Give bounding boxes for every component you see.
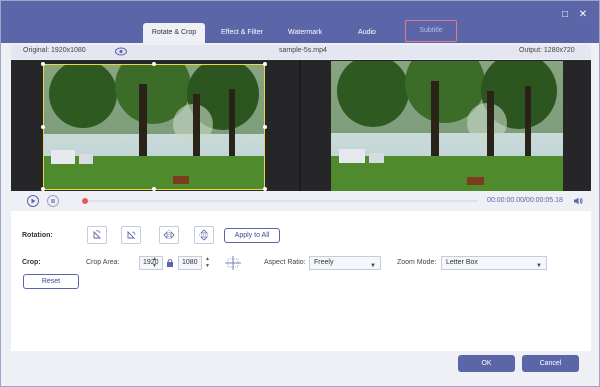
crop-handle-top-left[interactable]: [41, 62, 45, 66]
chevron-down-icon: ▼: [370, 263, 376, 269]
crop-label: Crop:: [22, 259, 41, 266]
stop-button[interactable]: [47, 195, 59, 207]
zoom-mode-select[interactable]: Letter Box ▼: [441, 256, 547, 270]
zoom-mode-value: Letter Box: [446, 259, 478, 266]
original-resolution: Original: 1920x1080: [23, 47, 86, 54]
crop-handle-right[interactable]: [263, 125, 267, 129]
preview-area: [11, 60, 591, 191]
tab-subtitle[interactable]: Subtitle: [405, 20, 457, 42]
aspect-ratio-select[interactable]: Freely ▼: [309, 256, 381, 270]
original-preview: [11, 60, 299, 191]
video-frame-output: [331, 61, 563, 191]
crop-height-stepper[interactable]: ▲ ▼: [204, 256, 211, 270]
close-button[interactable]: ✕: [577, 9, 589, 21]
crop-width-stepper[interactable]: ▲ ▼: [151, 256, 158, 270]
rotate-left-button[interactable]: [87, 226, 107, 244]
maximize-button[interactable]: □: [559, 9, 571, 21]
center-crop-icon[interactable]: [224, 255, 242, 271]
playback-bar: 00:00:00.00/00:00:05.18: [11, 191, 591, 211]
play-button[interactable]: [27, 195, 39, 207]
output-preview: [301, 60, 591, 191]
rotate-left-icon: [93, 230, 102, 239]
time-readout: 00:00:00.00/00:00:05.18: [487, 197, 563, 204]
aspect-ratio-label: Aspect Ratio:: [264, 259, 306, 266]
flip-horizontal-button[interactable]: [159, 226, 179, 244]
lock-icon[interactable]: [166, 258, 174, 268]
chevron-down-icon: ▼: [536, 263, 542, 269]
crop-handle-left[interactable]: [41, 125, 45, 129]
cancel-button[interactable]: Cancel: [522, 355, 579, 372]
rotate-right-icon: [127, 230, 136, 239]
ok-button[interactable]: OK: [458, 355, 515, 372]
rotate-right-button[interactable]: [121, 226, 141, 244]
play-icon: [31, 198, 36, 204]
volume-icon[interactable]: [573, 196, 583, 206]
tab-rotate-crop[interactable]: Rotate & Crop: [143, 23, 205, 43]
crop-handle-top-right[interactable]: [263, 62, 267, 66]
aspect-ratio-value: Freely: [314, 259, 334, 266]
reset-button[interactable]: Reset: [23, 274, 79, 289]
video-editor-window: □ ✕ Rotate & Crop Effect & Filter Waterm…: [0, 0, 600, 387]
tab-effect-filter[interactable]: Effect & Filter: [213, 23, 271, 43]
settings-panel: Rotation: Apply to All Crop: Crop Area: …: [11, 211, 591, 351]
apply-to-all-button[interactable]: Apply to All: [224, 228, 280, 243]
flip-horizontal-icon: [163, 230, 175, 240]
flip-vertical-icon: [199, 229, 209, 241]
stop-icon: [51, 199, 55, 203]
seek-handle[interactable]: [82, 198, 88, 204]
title-bar: □ ✕ Rotate & Crop Effect & Filter Waterm…: [1, 1, 599, 43]
video-info-bar: Original: 1920x1080 sample-5s.mp4 Output…: [11, 45, 591, 59]
crop-rectangle[interactable]: [43, 64, 265, 190]
zoom-mode-label: Zoom Mode:: [397, 259, 437, 266]
seek-track[interactable]: [83, 200, 477, 202]
crop-height-input[interactable]: 1080: [178, 256, 202, 270]
file-name: sample-5s.mp4: [279, 47, 327, 54]
rotation-label: Rotation:: [22, 232, 53, 239]
eye-icon[interactable]: [115, 47, 127, 56]
tab-watermark[interactable]: Watermark: [277, 23, 333, 43]
output-resolution: Output: 1280x720: [519, 47, 575, 54]
tab-audio[interactable]: Audio: [341, 23, 393, 43]
crop-handle-top[interactable]: [152, 62, 156, 66]
flip-vertical-button[interactable]: [194, 226, 214, 244]
crop-area-label: Crop Area:: [86, 259, 120, 266]
